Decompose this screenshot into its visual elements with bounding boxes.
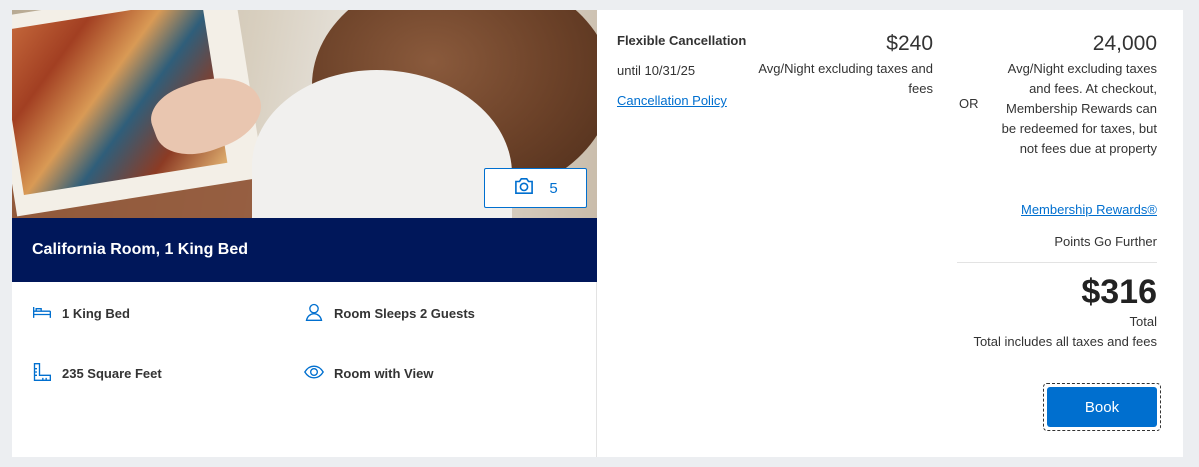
or-label: OR (959, 96, 979, 111)
nightly-price: $240 (886, 32, 933, 55)
photo-count-label: 5 (549, 179, 558, 197)
total-label: Total (1129, 314, 1157, 329)
amenity-label: 1 King Bed (62, 306, 130, 321)
points-note: Avg/Night excluding taxes and fees. At c… (1001, 61, 1157, 156)
points-amount: 24,000 (1092, 32, 1157, 55)
book-button[interactable]: Book (1047, 387, 1157, 427)
room-photo[interactable]: 5 (12, 10, 597, 218)
amenity-bed: 1 King Bed (32, 302, 130, 325)
eye-icon (304, 362, 324, 385)
photo-count-button[interactable]: 5 (484, 168, 587, 208)
amenity-guests: Room Sleeps 2 Guests (304, 302, 475, 325)
amenity-size: 235 Square Feet (32, 362, 162, 385)
nightly-price-note: Avg/Night excluding taxes and fees (758, 61, 933, 96)
room-card: 5 California Room, 1 King Bed 1 King Bed… (12, 10, 1183, 457)
cancellation-title: Flexible Cancellation (617, 33, 747, 48)
amenity-label: Room with View (334, 366, 434, 381)
amenity-label: Room Sleeps 2 Guests (334, 306, 475, 321)
membership-rewards-link[interactable]: Membership Rewards® (1021, 202, 1157, 217)
cancellation-until: until 10/31/25 (617, 63, 696, 78)
amenity-view: Room with View (304, 362, 433, 385)
amenity-label: 235 Square Feet (62, 366, 162, 381)
total-price: $316 (1081, 273, 1157, 311)
cancellation-policy-link[interactable]: Cancellation Policy (617, 93, 727, 108)
room-title-bar: California Room, 1 King Bed (12, 218, 597, 282)
points-tagline: Points Go Further (1054, 234, 1157, 249)
camera-icon (513, 177, 535, 199)
room-title: California Room, 1 King Bed (32, 241, 249, 258)
ruler-icon (32, 362, 52, 385)
bed-icon (32, 302, 52, 325)
room-info-column: 5 California Room, 1 King Bed 1 King Bed… (12, 10, 597, 457)
person-icon (304, 302, 324, 325)
divider (957, 262, 1157, 263)
book-button-focus-ring: Book (1043, 383, 1161, 431)
rate-column: Flexible Cancellation until 10/31/25 Can… (598, 10, 943, 457)
total-note: Total includes all taxes and fees (973, 334, 1157, 349)
